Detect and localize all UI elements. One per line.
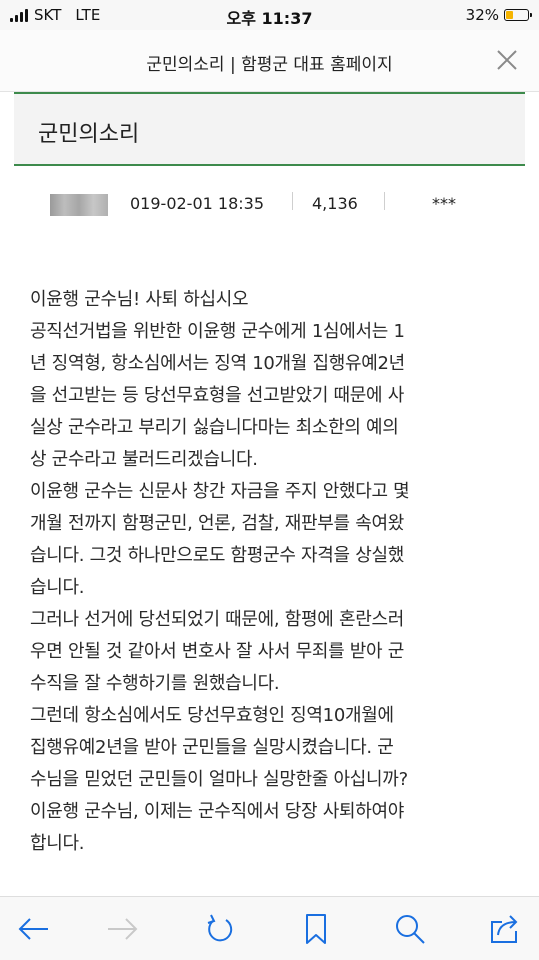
article-line: 합니다. bbox=[30, 833, 85, 854]
board-header: 군민의소리 bbox=[14, 92, 525, 166]
share-button[interactable] bbox=[486, 911, 522, 947]
article-line: 수직을 잘 수행하기를 원했습니다. bbox=[30, 673, 280, 694]
article-body: 이윤행 군수님! 사퇴 하십시오 공직선거법을 위반한 이윤행 군수에게 1심에… bbox=[30, 284, 526, 896]
share-icon bbox=[491, 915, 518, 943]
browser-toolbar bbox=[0, 896, 539, 960]
close-icon bbox=[497, 50, 517, 70]
board-title: 군민의소리 bbox=[38, 122, 140, 147]
post-date: 019-02-01 18:35 bbox=[130, 194, 264, 213]
clock: 오후 11:37 bbox=[226, 9, 313, 28]
search-icon bbox=[396, 915, 425, 944]
article-line: 년 징역형, 항소심에서는 징역 10개월 집행유예2년 bbox=[30, 353, 405, 374]
article-line: 우면 안될 것 같아서 변호사 잘 사서 무죄를 받아 군 bbox=[30, 641, 404, 662]
article-line: 수님을 믿었던 군민들이 얼마나 실망한줄 아십니까? bbox=[30, 769, 408, 790]
back-button[interactable] bbox=[16, 911, 52, 947]
article-line: 을 선고받는 등 당선무효형을 선고받았기 때문에 사 bbox=[30, 385, 404, 406]
search-button[interactable] bbox=[392, 911, 428, 947]
reload-icon bbox=[207, 914, 233, 942]
article-line: 상 군수라고 불러드리겠습니다. bbox=[30, 449, 258, 470]
article-line: 이윤행 군수님! 사퇴 하십시오 bbox=[30, 289, 249, 310]
browser-title-bar: 군민의소리 | 함평군 대표 홈페이지 bbox=[0, 30, 539, 92]
article-line: 집행유예2년을 받아 군민들을 실망시켰습니다. 군 bbox=[30, 737, 394, 758]
battery-percent: 32% bbox=[465, 6, 499, 24]
page-title: 군민의소리 | 함평군 대표 홈페이지 bbox=[146, 55, 393, 75]
back-arrow-icon bbox=[18, 918, 48, 940]
post-author: *** bbox=[432, 194, 456, 213]
bookmark-icon bbox=[306, 914, 326, 944]
forward-arrow-icon bbox=[108, 918, 138, 940]
forward-button[interactable] bbox=[104, 911, 140, 947]
article-line: 실상 군수라고 부리기 싫습니다마는 최소한의 예의 bbox=[30, 417, 399, 438]
status-bar: SKT LTE 오후 11:37 32% bbox=[0, 0, 539, 30]
battery-icon bbox=[504, 9, 532, 21]
bookmark-button[interactable] bbox=[298, 911, 334, 947]
blurred-author-name bbox=[50, 194, 108, 216]
article-line: 공직선거법을 위반한 이윤행 군수에게 1심에서는 1 bbox=[30, 321, 405, 342]
article-line: 그러나 선거에 당선되었기 때문에, 함평에 혼란스러 bbox=[30, 609, 404, 630]
close-button[interactable] bbox=[493, 46, 521, 74]
meta-divider bbox=[384, 192, 385, 210]
status-right: 32% bbox=[465, 6, 532, 24]
meta-divider bbox=[292, 192, 293, 210]
article-line: 습니다. bbox=[30, 577, 85, 598]
post-meta: 019-02-01 18:35 4,136 *** bbox=[0, 178, 539, 228]
article-line: 개월 전까지 함평군민, 언론, 검찰, 재판부를 속여왔 bbox=[30, 513, 404, 534]
article-line: 이윤행 군수는 신문사 창간 자금을 주지 안했다고 몇 bbox=[30, 481, 410, 502]
battery-fill bbox=[506, 11, 513, 19]
article-line: 그런데 항소심에서도 당선무효형인 징역10개월에 bbox=[30, 705, 394, 726]
article-line: 습니다. 그것 하나만으로도 함평군수 자격을 상실했 bbox=[30, 545, 404, 566]
reload-button[interactable] bbox=[202, 911, 238, 947]
article-line: 이윤행 군수님, 이제는 군수직에서 당장 사퇴하여야 bbox=[30, 801, 404, 822]
post-views: 4,136 bbox=[312, 194, 358, 213]
